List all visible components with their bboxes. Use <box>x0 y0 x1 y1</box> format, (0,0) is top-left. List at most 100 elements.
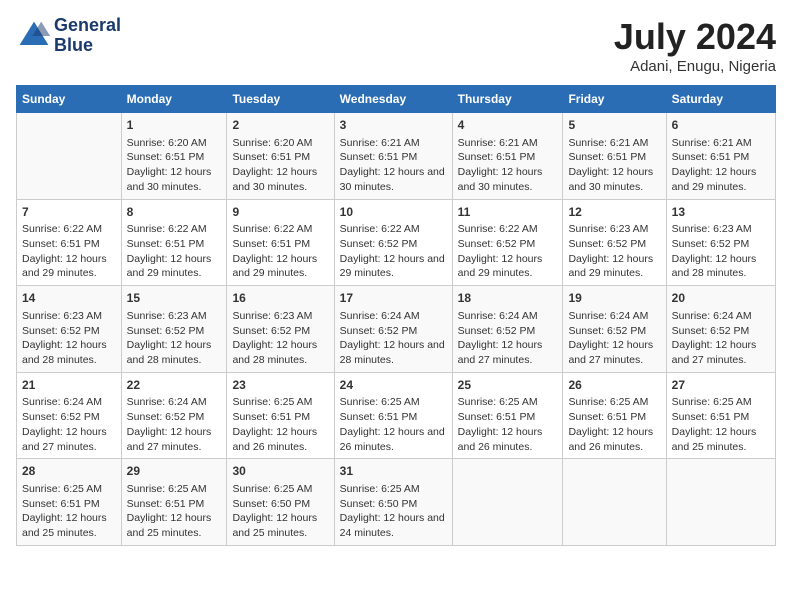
calendar-cell: 6 Sunrise: 6:21 AMSunset: 6:51 PMDaylight… <box>666 113 775 200</box>
day-number: 3 <box>340 117 447 134</box>
cell-info: Sunrise: 6:25 AMSunset: 6:51 PMDaylight:… <box>232 395 328 454</box>
day-number: 21 <box>22 377 116 394</box>
cell-info: Sunrise: 6:23 AMSunset: 6:52 PMDaylight:… <box>127 309 222 368</box>
weekday-header: Wednesday <box>334 86 452 113</box>
calendar-week-row: 14 Sunrise: 6:23 AMSunset: 6:52 PMDayligh… <box>17 286 776 373</box>
cell-info: Sunrise: 6:22 AMSunset: 6:52 PMDaylight:… <box>458 222 558 281</box>
calendar-cell <box>452 459 563 546</box>
calendar-cell: 25Sunrise: 6:25 AMSunset: 6:51 PMDayligh… <box>452 372 563 459</box>
calendar-cell: 4 Sunrise: 6:21 AMSunset: 6:51 PMDaylight… <box>452 113 563 200</box>
location: Adani, Enugu, Nigeria <box>614 58 776 75</box>
cell-info: Sunrise: 6:23 AMSunset: 6:52 PMDaylight:… <box>22 309 116 368</box>
day-number: 14 <box>22 290 116 307</box>
cell-info: Sunrise: 6:20 AMSunset: 6:51 PMDaylight:… <box>127 136 222 195</box>
calendar-table: SundayMondayTuesdayWednesdayThursdayFrid… <box>16 85 776 546</box>
cell-info: Sunrise: 6:22 AMSunset: 6:51 PMDaylight:… <box>127 222 222 281</box>
calendar-cell: 30 Sunrise: 6:25 AMSunset: 6:50 PMDayligh… <box>227 459 334 546</box>
calendar-week-row: 7Sunrise: 6:22 AMSunset: 6:51 PMDaylight… <box>17 199 776 286</box>
cell-info: Sunrise: 6:23 AMSunset: 6:52 PMDaylight:… <box>232 309 328 368</box>
calendar-cell: 22Sunrise: 6:24 AMSunset: 6:52 PMDayligh… <box>121 372 227 459</box>
calendar-week-row: 21Sunrise: 6:24 AMSunset: 6:52 PMDayligh… <box>17 372 776 459</box>
logo-text: General Blue <box>54 16 121 56</box>
cell-info: Sunrise: 6:22 AMSunset: 6:51 PMDaylight:… <box>22 222 116 281</box>
cell-info: Sunrise: 6:24 AMSunset: 6:52 PMDaylight:… <box>127 395 222 454</box>
day-number: 25 <box>458 377 558 394</box>
cell-info: Sunrise: 6:23 AMSunset: 6:52 PMDaylight:… <box>568 222 660 281</box>
calendar-cell: 12Sunrise: 6:23 AMSunset: 6:52 PMDayligh… <box>563 199 666 286</box>
calendar-cell: 9Sunrise: 6:22 AMSunset: 6:51 PMDaylight… <box>227 199 334 286</box>
weekday-header: Sunday <box>17 86 122 113</box>
weekday-header: Tuesday <box>227 86 334 113</box>
cell-info: Sunrise: 6:25 AMSunset: 6:51 PMDaylight:… <box>568 395 660 454</box>
calendar-week-row: 1 Sunrise: 6:20 AMSunset: 6:51 PMDaylight… <box>17 113 776 200</box>
logo-line2: Blue <box>54 36 121 56</box>
calendar-cell: 26Sunrise: 6:25 AMSunset: 6:51 PMDayligh… <box>563 372 666 459</box>
day-number: 22 <box>127 377 222 394</box>
day-number: 19 <box>568 290 660 307</box>
cell-info: Sunrise: 6:25 AMSunset: 6:51 PMDaylight:… <box>458 395 558 454</box>
cell-info: Sunrise: 6:25 AMSunset: 6:51 PMDaylight:… <box>127 482 222 541</box>
day-number: 20 <box>672 290 770 307</box>
calendar-cell: 1 Sunrise: 6:20 AMSunset: 6:51 PMDaylight… <box>121 113 227 200</box>
day-number: 6 <box>672 117 770 134</box>
day-number: 5 <box>568 117 660 134</box>
calendar-cell: 11Sunrise: 6:22 AMSunset: 6:52 PMDayligh… <box>452 199 563 286</box>
weekday-header: Monday <box>121 86 227 113</box>
page-header: General Blue July 2024 Adani, Enugu, Nig… <box>16 16 776 75</box>
cell-info: Sunrise: 6:23 AMSunset: 6:52 PMDaylight:… <box>672 222 770 281</box>
day-number: 9 <box>232 204 328 221</box>
day-number: 4 <box>458 117 558 134</box>
cell-info: Sunrise: 6:21 AMSunset: 6:51 PMDaylight:… <box>340 136 447 195</box>
day-number: 1 <box>127 117 222 134</box>
calendar-cell: 14 Sunrise: 6:23 AMSunset: 6:52 PMDayligh… <box>17 286 122 373</box>
calendar-cell <box>666 459 775 546</box>
month-title: July 2024 <box>614 16 776 58</box>
cell-info: Sunrise: 6:25 AMSunset: 6:50 PMDaylight:… <box>340 482 447 541</box>
weekday-header: Thursday <box>452 86 563 113</box>
calendar-cell: 18 Sunrise: 6:24 AMSunset: 6:52 PMDayligh… <box>452 286 563 373</box>
calendar-cell: 19 Sunrise: 6:24 AMSunset: 6:52 PMDayligh… <box>563 286 666 373</box>
day-number: 28 <box>22 463 116 480</box>
calendar-cell: 5 Sunrise: 6:21 AMSunset: 6:51 PMDaylight… <box>563 113 666 200</box>
day-number: 18 <box>458 290 558 307</box>
cell-info: Sunrise: 6:24 AMSunset: 6:52 PMDaylight:… <box>568 309 660 368</box>
calendar-cell: 28Sunrise: 6:25 AMSunset: 6:51 PMDayligh… <box>17 459 122 546</box>
cell-info: Sunrise: 6:21 AMSunset: 6:51 PMDaylight:… <box>458 136 558 195</box>
calendar-cell: 31 Sunrise: 6:25 AMSunset: 6:50 PMDayligh… <box>334 459 452 546</box>
day-number: 26 <box>568 377 660 394</box>
calendar-cell: 20 Sunrise: 6:24 AMSunset: 6:52 PMDayligh… <box>666 286 775 373</box>
calendar-cell: 2Sunrise: 6:20 AMSunset: 6:51 PMDaylight… <box>227 113 334 200</box>
calendar-cell: 21Sunrise: 6:24 AMSunset: 6:52 PMDayligh… <box>17 372 122 459</box>
day-number: 31 <box>340 463 447 480</box>
cell-info: Sunrise: 6:25 AMSunset: 6:50 PMDaylight:… <box>232 482 328 541</box>
calendar-cell: 24Sunrise: 6:25 AMSunset: 6:51 PMDayligh… <box>334 372 452 459</box>
day-number: 30 <box>232 463 328 480</box>
day-number: 8 <box>127 204 222 221</box>
weekday-header: Friday <box>563 86 666 113</box>
cell-info: Sunrise: 6:24 AMSunset: 6:52 PMDaylight:… <box>672 309 770 368</box>
day-number: 12 <box>568 204 660 221</box>
calendar-cell: 13Sunrise: 6:23 AMSunset: 6:52 PMDayligh… <box>666 199 775 286</box>
cell-info: Sunrise: 6:24 AMSunset: 6:52 PMDaylight:… <box>22 395 116 454</box>
cell-info: Sunrise: 6:21 AMSunset: 6:51 PMDaylight:… <box>568 136 660 195</box>
day-number: 24 <box>340 377 447 394</box>
calendar-cell: 8Sunrise: 6:22 AMSunset: 6:51 PMDaylight… <box>121 199 227 286</box>
calendar-cell: 3 Sunrise: 6:21 AMSunset: 6:51 PMDaylight… <box>334 113 452 200</box>
cell-info: Sunrise: 6:24 AMSunset: 6:52 PMDaylight:… <box>458 309 558 368</box>
calendar-cell <box>563 459 666 546</box>
day-number: 7 <box>22 204 116 221</box>
calendar-cell: 23Sunrise: 6:25 AMSunset: 6:51 PMDayligh… <box>227 372 334 459</box>
cell-info: Sunrise: 6:24 AMSunset: 6:52 PMDaylight:… <box>340 309 447 368</box>
day-number: 11 <box>458 204 558 221</box>
cell-info: Sunrise: 6:25 AMSunset: 6:51 PMDaylight:… <box>672 395 770 454</box>
day-number: 16 <box>232 290 328 307</box>
calendar-cell: 29 Sunrise: 6:25 AMSunset: 6:51 PMDayligh… <box>121 459 227 546</box>
day-number: 29 <box>127 463 222 480</box>
day-number: 10 <box>340 204 447 221</box>
logo-line1: General <box>54 16 121 36</box>
title-block: July 2024 Adani, Enugu, Nigeria <box>614 16 776 75</box>
day-number: 27 <box>672 377 770 394</box>
cell-info: Sunrise: 6:22 AMSunset: 6:51 PMDaylight:… <box>232 222 328 281</box>
calendar-cell: 17Sunrise: 6:24 AMSunset: 6:52 PMDayligh… <box>334 286 452 373</box>
cell-info: Sunrise: 6:21 AMSunset: 6:51 PMDaylight:… <box>672 136 770 195</box>
